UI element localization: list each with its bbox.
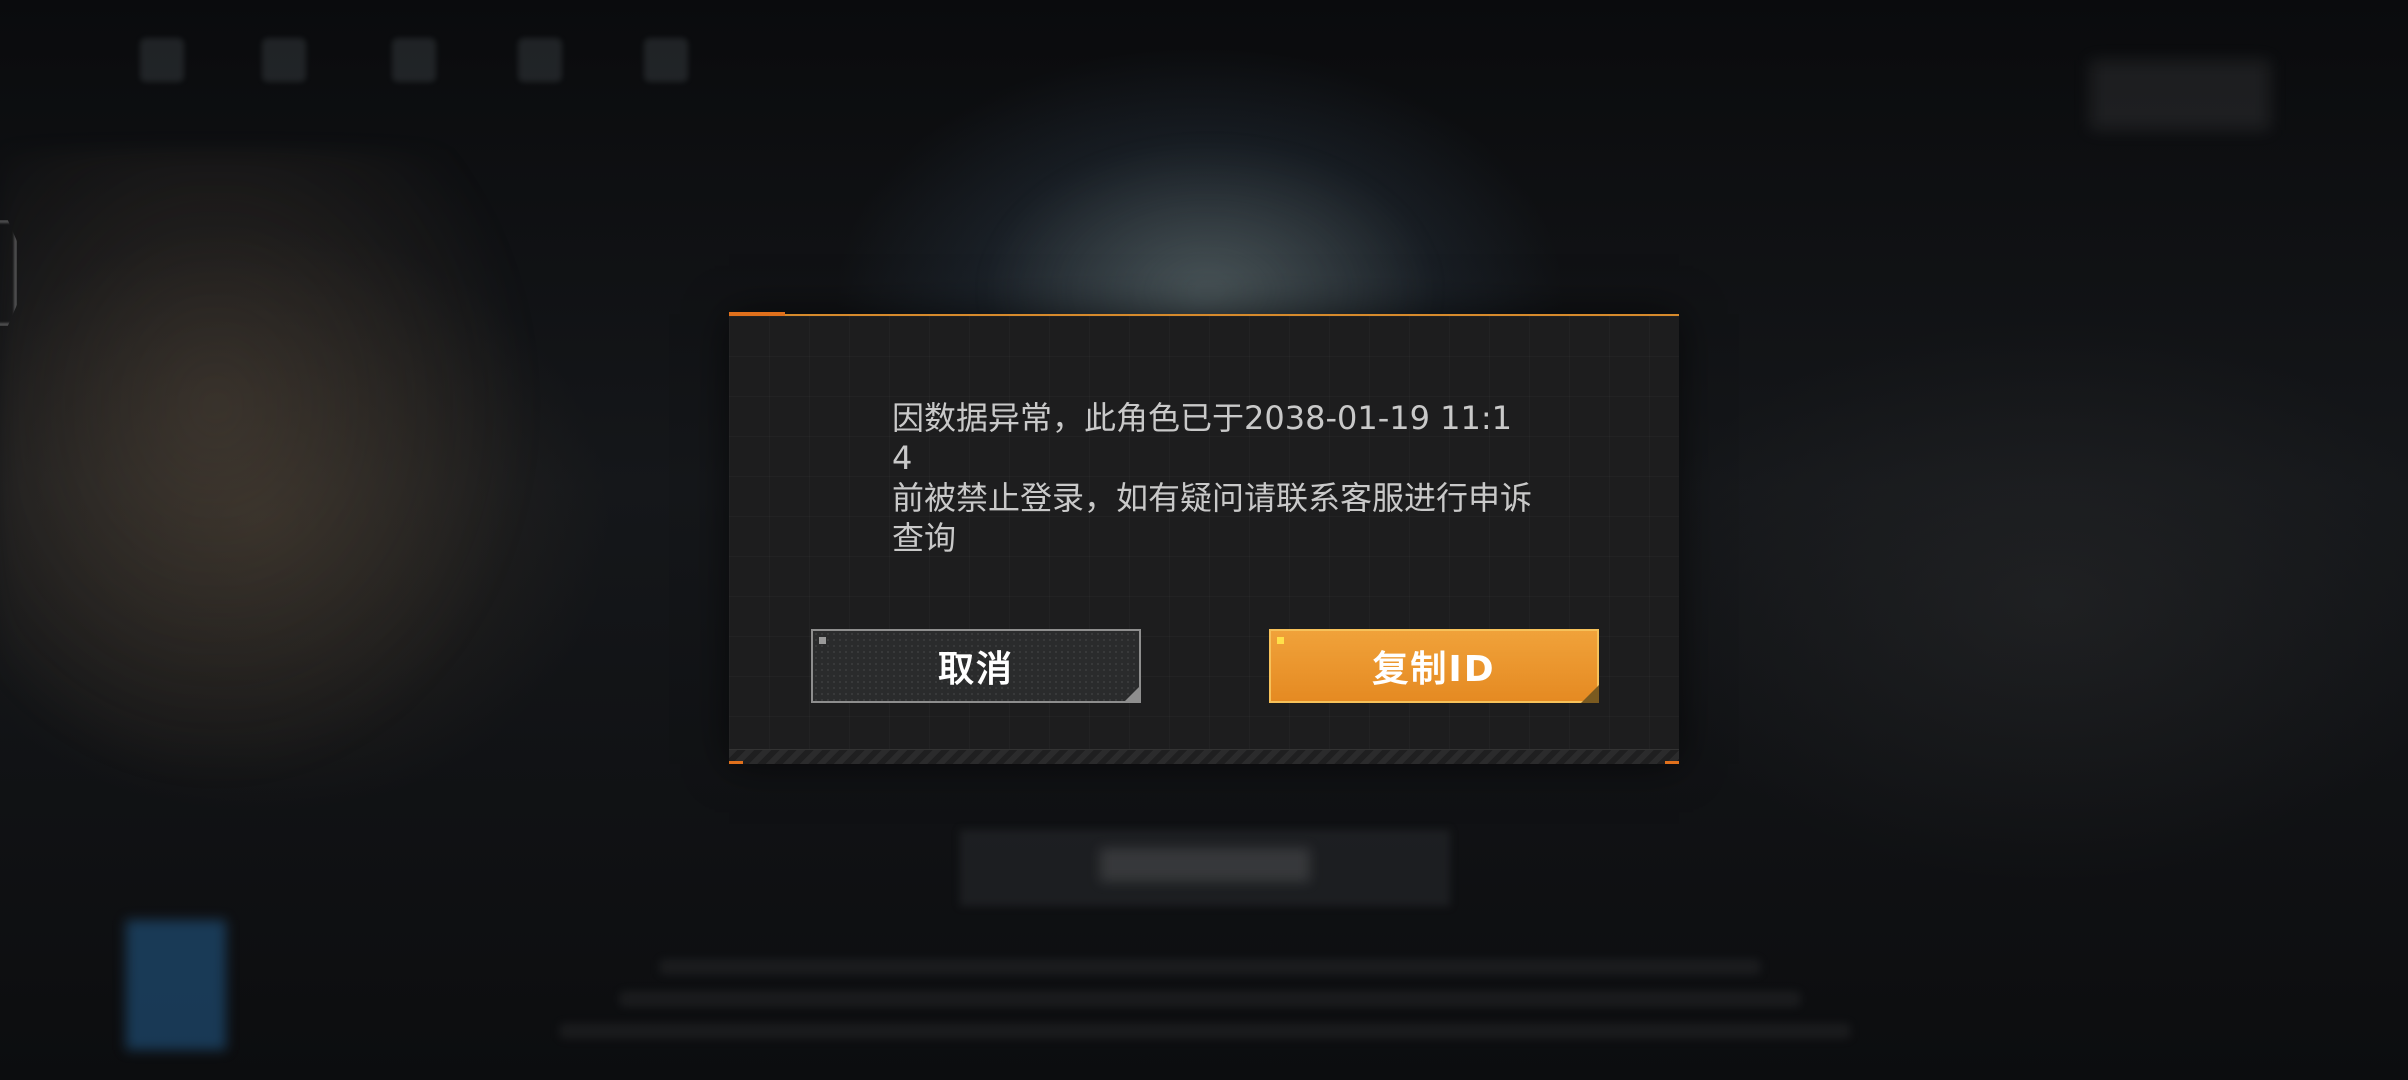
background-top-icon	[518, 38, 562, 82]
background-top-right-panel	[2090, 60, 2270, 130]
corner-marker-icon	[819, 637, 826, 644]
background-top-icon	[140, 38, 184, 82]
background-age-rating-badge	[126, 920, 226, 1050]
background-character-art	[0, 150, 540, 790]
background-top-icon	[644, 38, 688, 82]
background-top-icon	[392, 38, 436, 82]
copy-id-button-label: 复制ID	[1372, 649, 1496, 690]
ban-notice-dialog: 因数据异常，此角色已于2038-01-19 11:14 前被禁止登录，如有疑问请…	[729, 312, 1679, 764]
dialog-bottom-hatch	[729, 749, 1679, 764]
corner-marker-icon	[1277, 637, 1284, 644]
dialog-corner-accent	[729, 761, 743, 764]
dialog-corner-accent	[1665, 761, 1679, 764]
background-footer-line	[560, 1024, 1850, 1038]
cancel-button-label: 取消	[937, 649, 1014, 690]
corner-triangle-icon	[1581, 685, 1599, 703]
game-screen: 因数据异常，此角色已于2038-01-19 11:14 前被禁止登录，如有疑问请…	[0, 0, 2408, 1080]
background-top-icon	[262, 38, 306, 82]
background-footer-line	[620, 992, 1800, 1006]
background-start-label	[1100, 848, 1310, 882]
copy-id-button[interactable]: 复制ID	[1269, 629, 1599, 703]
background-side-tab	[0, 220, 17, 326]
cancel-button[interactable]: 取消	[811, 629, 1141, 703]
corner-triangle-icon	[1123, 685, 1141, 703]
dialog-message: 因数据异常，此角色已于2038-01-19 11:14 前被禁止登录，如有疑问请…	[892, 399, 1533, 557]
background-footer-line	[660, 960, 1760, 974]
dialog-top-accent	[729, 312, 785, 316]
